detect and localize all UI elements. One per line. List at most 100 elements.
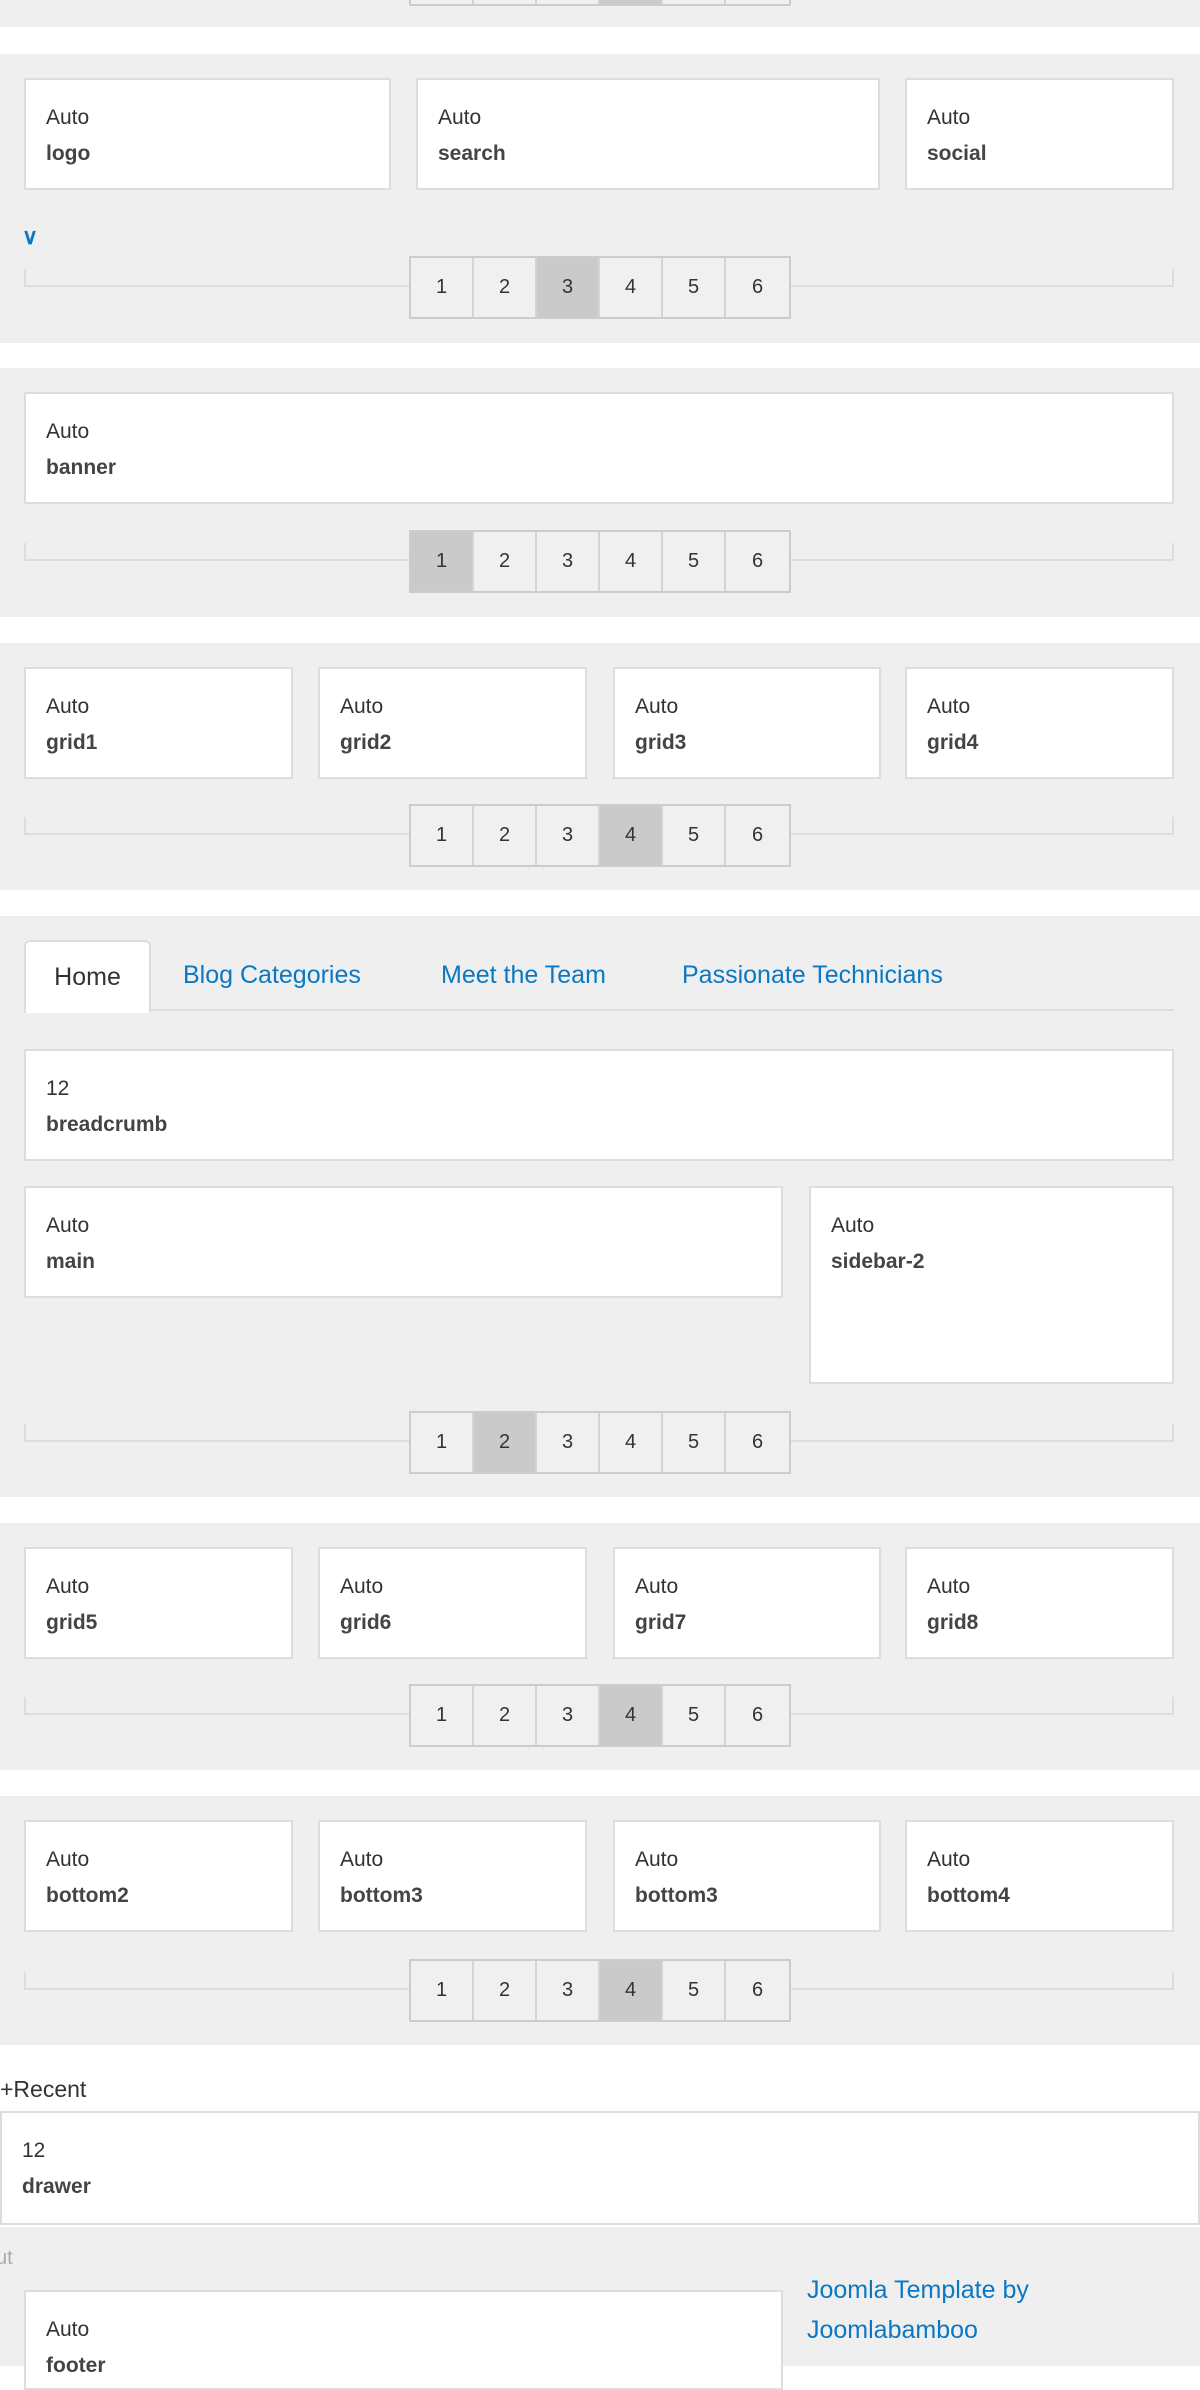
column-count-3[interactable]: 3	[537, 532, 600, 591]
column-count-1[interactable]: 1	[411, 1686, 474, 1745]
module-grid3[interactable]: Auto grid3	[613, 667, 881, 779]
module-grid1[interactable]: Auto grid1	[24, 667, 293, 779]
module-width: Auto	[46, 1575, 90, 1598]
module-width: 12	[46, 1077, 70, 1100]
module-width: Auto	[340, 695, 384, 718]
footer-link-template[interactable]: Joomla Template by	[807, 2276, 1029, 2305]
module-grid5[interactable]: Auto grid5	[24, 1547, 293, 1659]
module-logo[interactable]: Auto logo	[24, 78, 391, 190]
column-count-2[interactable]: 2	[474, 1686, 537, 1745]
column-count-selector: 123456	[409, 1684, 791, 1747]
column-count-6[interactable]: 6	[726, 1686, 789, 1745]
column-count-1[interactable]: 1	[411, 258, 474, 317]
column-count-6[interactable]: 6	[726, 1961, 789, 2020]
module-width: Auto	[46, 1848, 90, 1871]
column-count-3[interactable]: 3	[537, 258, 600, 317]
module-banner[interactable]: Auto banner	[24, 392, 1174, 504]
column-count-2[interactable]: 2	[474, 532, 537, 591]
column-count-5[interactable]: 5	[663, 532, 726, 591]
column-count-4[interactable]: 4	[600, 806, 663, 865]
column-count-3[interactable]: 3	[537, 0, 600, 4]
column-count-5[interactable]: 5	[663, 0, 726, 4]
module-grid4[interactable]: Auto grid4	[905, 667, 1174, 779]
column-count-6[interactable]: 6	[726, 258, 789, 317]
module-name: grid4	[927, 731, 979, 754]
module-width: Auto	[46, 420, 90, 443]
module-bottom2[interactable]: Auto bottom2	[24, 1820, 293, 1932]
module-name: grid2	[340, 731, 392, 754]
module-bottom3[interactable]: Auto bottom3	[613, 1820, 881, 1932]
column-count-selector: 123456	[409, 804, 791, 867]
module-grid6[interactable]: Auto grid6	[318, 1547, 587, 1659]
module-width: Auto	[46, 106, 90, 129]
column-count-6[interactable]: 6	[726, 532, 789, 591]
column-count-1[interactable]: 1	[411, 1961, 474, 2020]
tab-meet-the-team[interactable]: Meet the Team	[441, 940, 606, 1011]
column-count-4[interactable]: 4	[600, 1686, 663, 1745]
column-count-2[interactable]: 2	[474, 806, 537, 865]
column-count-4[interactable]: 4	[600, 0, 663, 4]
module-width: Auto	[438, 106, 482, 129]
column-count-2[interactable]: 2	[474, 1413, 537, 1472]
footer-link-joomlabamboo[interactable]: Joomlabamboo	[807, 2316, 978, 2345]
module-name: grid1	[46, 731, 98, 754]
module-drawer[interactable]: 12 drawer	[0, 2111, 1200, 2225]
column-count-6[interactable]: 6	[726, 806, 789, 865]
column-count-5[interactable]: 5	[663, 1413, 726, 1472]
module-width: Auto	[46, 1214, 90, 1237]
column-count-4[interactable]: 4	[600, 532, 663, 591]
column-count-4[interactable]: 4	[600, 1413, 663, 1472]
column-count-selector: 123456	[409, 530, 791, 593]
module-grid8[interactable]: Auto grid8	[905, 1547, 1174, 1659]
module-name: grid6	[340, 1611, 392, 1634]
column-count-4[interactable]: 4	[600, 258, 663, 317]
column-count-6[interactable]: 6	[726, 1413, 789, 1472]
layout-row: Auto grid1 Auto grid2 Auto grid3 Auto grid4 1 2 3 4…	[0, 643, 1200, 890]
module-grid7[interactable]: Auto grid7	[613, 1547, 881, 1659]
column-count-5[interactable]: 5	[663, 258, 726, 317]
column-count-2[interactable]: 2	[474, 258, 537, 317]
section-label: ut	[0, 2247, 13, 2269]
column-count-3[interactable]: 3	[537, 1686, 600, 1745]
layout-row: Auto logo Auto search Auto social ∨ 1 2 3 4 5 6	[0, 54, 1200, 343]
chevron-down-icon[interactable]: ∨	[22, 224, 38, 250]
column-count-1[interactable]: 1	[411, 0, 474, 4]
column-count-5[interactable]: 5	[663, 1686, 726, 1745]
column-count-1[interactable]: 1	[411, 1413, 474, 1472]
column-count-2[interactable]: 2	[474, 0, 537, 4]
recent-toggle[interactable]: +Recent	[0, 2076, 86, 2103]
module-width: Auto	[635, 1848, 679, 1871]
module-name: drawer	[22, 2175, 91, 2198]
column-count-3[interactable]: 3	[537, 806, 600, 865]
column-count-5[interactable]: 5	[663, 1961, 726, 2020]
tab-home[interactable]: Home	[24, 940, 151, 1013]
column-count-6[interactable]: 6	[726, 0, 789, 4]
module-grid2[interactable]: Auto grid2	[318, 667, 587, 779]
tab-passionate-technicians[interactable]: Passionate Technicians	[682, 940, 943, 1011]
column-count-1[interactable]: 1	[411, 532, 474, 591]
column-count-2[interactable]: 2	[474, 1961, 537, 2020]
module-width: Auto	[635, 1575, 679, 1598]
module-width: Auto	[340, 1848, 384, 1871]
module-search[interactable]: Auto search	[416, 78, 880, 190]
module-footer[interactable]: Auto footer	[24, 2290, 783, 2390]
module-name: bottom2	[46, 1884, 129, 1907]
tab-blog-categories[interactable]: Blog Categories	[183, 940, 361, 1011]
column-count-3[interactable]: 3	[537, 1961, 600, 2020]
layout-row: Auto banner 1 2 3 4 5 6	[0, 368, 1200, 617]
module-main[interactable]: Auto main	[24, 1186, 783, 1298]
column-count-5[interactable]: 5	[663, 806, 726, 865]
column-count-selector: 123456	[409, 256, 791, 319]
module-bottom4[interactable]: Auto bottom4	[905, 1820, 1174, 1932]
module-name: social	[927, 142, 987, 165]
column-count-3[interactable]: 3	[537, 1413, 600, 1472]
module-breadcrumb[interactable]: 12 breadcrumb	[24, 1049, 1174, 1161]
column-count-1[interactable]: 1	[411, 806, 474, 865]
column-count-4[interactable]: 4	[600, 1961, 663, 2020]
module-width: Auto	[831, 1214, 875, 1237]
module-social[interactable]: Auto social	[905, 78, 1174, 190]
module-sidebar-2[interactable]: Auto sidebar-2	[809, 1186, 1174, 1384]
module-width: Auto	[927, 1575, 971, 1598]
module-width: Auto	[927, 106, 971, 129]
module-bottom3[interactable]: Auto bottom3	[318, 1820, 587, 1932]
